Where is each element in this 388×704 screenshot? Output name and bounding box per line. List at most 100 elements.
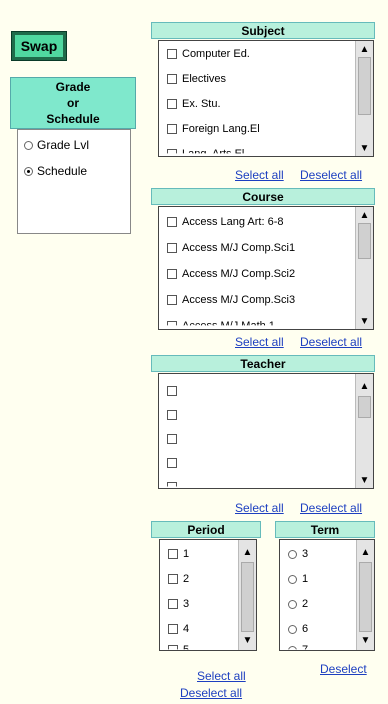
term-deselect-link[interactable]: Deselect xyxy=(320,662,367,676)
term-list[interactable]: 3 1 2 6 7 ▲ ▼ xyxy=(279,539,375,651)
checkbox[interactable] xyxy=(168,645,178,650)
period-list[interactable]: 1 2 3 4 5 ▲ ▼ xyxy=(159,539,257,651)
checkbox[interactable] xyxy=(167,321,177,326)
list-item[interactable]: Access M/J Comp.Sci2 xyxy=(167,268,295,280)
checkbox[interactable] xyxy=(167,74,177,84)
scrollbar[interactable]: ▲ ▼ xyxy=(356,540,374,650)
checkbox[interactable] xyxy=(167,434,177,444)
list-item[interactable] xyxy=(167,410,182,420)
radio-button[interactable] xyxy=(288,645,297,650)
checkbox[interactable] xyxy=(168,624,178,634)
subject-select-all-link[interactable]: Select all xyxy=(235,168,284,182)
checkbox[interactable] xyxy=(167,458,177,468)
scroll-thumb[interactable] xyxy=(241,562,254,632)
list-item[interactable]: Ex. Stu. xyxy=(167,98,221,110)
scroll-down-arrow-icon[interactable]: ▼ xyxy=(356,313,373,329)
checkbox[interactable] xyxy=(168,549,178,559)
list-item[interactable]: Electives xyxy=(167,73,226,85)
list-item[interactable] xyxy=(167,458,182,468)
teacher-deselect-all-link[interactable]: Deselect all xyxy=(300,501,362,515)
list-item[interactable]: 7 xyxy=(288,644,308,650)
list-item[interactable]: Access Lang Art: 6-8 xyxy=(167,216,284,228)
scroll-down-arrow-icon[interactable]: ▼ xyxy=(356,140,373,156)
period-select-all-link[interactable]: Select all xyxy=(197,669,246,683)
checkbox[interactable] xyxy=(167,410,177,420)
scroll-up-arrow-icon[interactable]: ▲ xyxy=(356,41,373,57)
checkbox[interactable] xyxy=(168,599,178,609)
scroll-down-arrow-icon[interactable]: ▼ xyxy=(357,632,374,648)
radio-schedule[interactable]: Schedule xyxy=(24,164,87,178)
scroll-up-arrow-icon[interactable]: ▲ xyxy=(356,378,373,394)
radio-button[interactable] xyxy=(288,574,297,584)
scroll-down-arrow-icon[interactable]: ▼ xyxy=(239,632,256,648)
list-item[interactable]: 3 xyxy=(288,548,308,560)
scroll-up-arrow-icon[interactable]: ▲ xyxy=(357,544,374,560)
scrollbar[interactable]: ▲ ▼ xyxy=(238,540,256,650)
list-item[interactable]: Foreign Lang.El xyxy=(167,123,260,135)
scroll-thumb[interactable] xyxy=(358,396,371,418)
grade-or-schedule-options: Grade Lvl Schedule xyxy=(17,129,131,234)
course-select-all-link[interactable]: Select all xyxy=(235,335,284,349)
list-item[interactable]: Access M/J Math 1 xyxy=(167,320,275,326)
radio-button[interactable] xyxy=(24,166,33,176)
scroll-up-arrow-icon[interactable]: ▲ xyxy=(356,207,373,223)
subject-header: Subject xyxy=(151,22,375,39)
list-item[interactable]: 5 xyxy=(168,644,190,651)
radio-button[interactable] xyxy=(288,549,297,559)
checkbox[interactable] xyxy=(167,124,177,134)
checkbox[interactable] xyxy=(167,295,177,305)
checkbox[interactable] xyxy=(167,49,177,59)
list-item[interactable]: Access M/J Comp.Sci3 xyxy=(167,294,295,306)
list-item[interactable]: Access M/J Comp.Sci1 xyxy=(167,242,295,254)
radio-button[interactable] xyxy=(288,624,297,634)
period-deselect-all-link[interactable]: Deselect all xyxy=(180,686,242,700)
scroll-thumb[interactable] xyxy=(358,57,371,115)
grade-or-schedule-title-line: or xyxy=(67,96,79,110)
teacher-select-all-link[interactable]: Select all xyxy=(235,501,284,515)
list-item[interactable]: 2 xyxy=(168,573,189,585)
item-label: 3 xyxy=(302,548,309,560)
list-item[interactable] xyxy=(167,434,182,444)
checkbox[interactable] xyxy=(167,149,177,154)
list-item[interactable]: Computer Ed. xyxy=(167,48,250,60)
scrollbar[interactable]: ▲ ▼ xyxy=(355,207,373,329)
list-item[interactable]: 1 xyxy=(288,573,308,585)
list-item[interactable] xyxy=(167,386,182,396)
swap-button[interactable]: Swap xyxy=(11,31,67,61)
teacher-list[interactable]: ▲ ▼ xyxy=(158,373,374,489)
grade-or-schedule-title-line: Grade xyxy=(55,80,91,94)
checkbox[interactable] xyxy=(167,217,177,227)
radio-button[interactable] xyxy=(288,599,297,609)
item-label: Access M/J Comp.Sci3 xyxy=(182,294,296,306)
course-deselect-all-link[interactable]: Deselect all xyxy=(300,335,362,349)
scroll-thumb[interactable] xyxy=(358,223,371,259)
scrollbar[interactable]: ▲ ▼ xyxy=(355,41,373,156)
grade-or-schedule-header: Grade or Schedule xyxy=(10,77,136,129)
checkbox[interactable] xyxy=(168,574,178,584)
list-item[interactable] xyxy=(167,482,182,487)
subject-list[interactable]: Computer Ed. Electives Ex. Stu. Foreign … xyxy=(158,40,374,157)
checkbox[interactable] xyxy=(167,269,177,279)
item-label: 2 xyxy=(302,598,309,610)
scroll-thumb[interactable] xyxy=(359,562,372,632)
item-label: Access M/J Comp.Sci1 xyxy=(182,242,296,254)
radio-grade-lvl[interactable]: Grade Lvl xyxy=(24,138,89,152)
grade-or-schedule-title-line: Schedule xyxy=(46,112,100,126)
checkbox[interactable] xyxy=(167,386,177,396)
list-item[interactable]: 4 xyxy=(168,623,189,635)
list-item[interactable]: 3 xyxy=(168,598,189,610)
checkbox[interactable] xyxy=(167,99,177,109)
list-item[interactable]: Lang. Arts El xyxy=(167,148,244,154)
course-list[interactable]: Access Lang Art: 6-8 Access M/J Comp.Sci… xyxy=(158,206,374,330)
scroll-up-arrow-icon[interactable]: ▲ xyxy=(239,544,256,560)
list-item[interactable]: 2 xyxy=(288,598,308,610)
radio-button[interactable] xyxy=(24,140,33,150)
subject-deselect-all-link[interactable]: Deselect all xyxy=(300,168,362,182)
list-item[interactable]: 1 xyxy=(168,548,189,560)
checkbox[interactable] xyxy=(167,482,177,487)
list-item[interactable]: 6 xyxy=(288,623,308,635)
scroll-down-arrow-icon[interactable]: ▼ xyxy=(356,472,373,488)
scrollbar[interactable]: ▲ ▼ xyxy=(355,374,373,488)
checkbox[interactable] xyxy=(167,243,177,253)
item-label: 5 xyxy=(183,644,190,651)
